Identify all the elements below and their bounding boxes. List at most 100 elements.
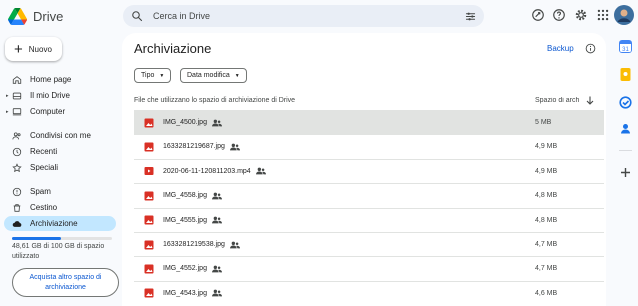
tasks-app-icon[interactable] xyxy=(619,96,632,109)
help-icon[interactable] xyxy=(552,8,566,22)
clock-icon xyxy=(12,147,22,156)
file-name: 1633281219687.jpg xyxy=(163,143,225,151)
file-size: 4,8 MB xyxy=(535,192,558,200)
drive-logo-icon xyxy=(8,7,27,25)
column-header-name: File che utilizzano lo spazio di archivi… xyxy=(134,97,296,104)
file-size: 4,7 MB xyxy=(535,265,558,273)
shared-people-icon xyxy=(229,241,240,248)
sidebar-item-label: Archiviazione xyxy=(30,219,78,228)
search-options-icon[interactable] xyxy=(465,11,476,22)
file-name: IMG_4555.jpg xyxy=(163,216,207,224)
sidebar-item-cestino[interactable]: Cestino xyxy=(4,200,116,215)
sidebar-item-condivisi-con-me[interactable]: Condivisi con me xyxy=(4,128,116,143)
search-icon[interactable] xyxy=(131,10,143,22)
file-row[interactable]: 1633281219687.jpg 4,9 MB xyxy=(134,134,604,158)
search-bar[interactable]: Cerca in Drive xyxy=(123,5,484,27)
sidebar-item-label: Cestino xyxy=(30,203,58,212)
file-name: IMG_4558.jpg xyxy=(163,192,207,200)
buy-storage-button[interactable]: Acquista altro spazio di archiviazione xyxy=(12,268,119,297)
file-row[interactable]: 2020-06-11-120811203.mp4 4,9 MB xyxy=(134,158,604,183)
sidebar-item-label: Il mio Drive xyxy=(30,91,71,100)
file-size: 4,6 MB xyxy=(535,289,558,297)
shared-people-icon xyxy=(229,143,240,151)
apps-grid-icon[interactable] xyxy=(596,8,610,22)
sidebar-item-recenti[interactable]: Recenti xyxy=(4,144,116,159)
keep-app-icon[interactable] xyxy=(619,68,632,81)
type-filter-label: Tipo xyxy=(141,72,155,79)
info-icon[interactable] xyxy=(585,43,596,54)
column-header-size[interactable]: Spazio di arch xyxy=(535,97,581,104)
sidebar-item-speciali[interactable]: Speciali xyxy=(4,160,116,175)
my-drive-icon xyxy=(12,92,22,99)
storage-usage-text: 48,61 GB di 100 GB di spazio utilizzato xyxy=(12,243,105,260)
sidebar-item-computer[interactable]: ▸ Computer xyxy=(4,104,116,119)
plus-icon: + xyxy=(14,40,23,58)
file-row[interactable]: IMG_4543.jpg 4,6 MB xyxy=(134,280,604,305)
sidebar-item-spam[interactable]: Spam xyxy=(4,184,116,199)
new-button[interactable]: + Nuovo xyxy=(5,37,62,61)
dropdown-arrow-icon: ▼ xyxy=(234,72,240,79)
add-app-icon[interactable] xyxy=(619,166,632,179)
sidebar-item-label: Spam xyxy=(30,187,51,196)
file-name: IMG_4552.jpg xyxy=(163,265,207,273)
home-icon xyxy=(12,75,22,84)
backup-link[interactable]: Backup xyxy=(547,44,574,53)
file-row[interactable]: IMG_4558.jpg 4,8 MB xyxy=(134,183,604,207)
file-size: 4,9 MB xyxy=(535,167,558,175)
modified-filter-chip[interactable]: Data modifica ▼ xyxy=(180,68,247,83)
video-file-icon xyxy=(144,167,154,176)
sidebar-item-il-mio-drive[interactable]: ▸ Il mio Drive xyxy=(4,88,116,103)
settings-gear-icon[interactable] xyxy=(574,8,588,22)
sidebar-item-label: Computer xyxy=(30,107,66,116)
storage-usage-bar xyxy=(12,237,112,240)
file-row[interactable]: IMG_4555.jpg 4,8 MB xyxy=(134,207,604,232)
storage-usage-fill xyxy=(12,237,61,240)
shared-people-icon xyxy=(12,131,21,139)
shared-people-icon xyxy=(255,167,266,175)
file-name: IMG_4500.jpg xyxy=(163,119,207,126)
drive-logo[interactable]: Drive xyxy=(8,6,98,26)
file-size: 4,8 MB xyxy=(535,216,558,224)
shared-people-icon xyxy=(211,119,222,126)
file-size: 4,9 MB xyxy=(535,143,558,151)
page-title: Archiviazione xyxy=(134,41,212,56)
offline-status-icon[interactable] xyxy=(531,8,545,22)
image-file-icon xyxy=(144,191,154,201)
trash-icon xyxy=(13,203,21,212)
sidebar-item-label: Home page xyxy=(30,75,72,84)
image-file-icon xyxy=(144,142,154,152)
star-icon xyxy=(12,162,22,172)
file-row[interactable]: IMG_4552.jpg 4,7 MB xyxy=(134,256,604,280)
sidebar-item-label: Condivisi con me xyxy=(30,131,91,140)
account-avatar[interactable] xyxy=(614,5,634,25)
dropdown-arrow-icon: ▼ xyxy=(159,72,165,79)
file-name: IMG_4543.jpg xyxy=(163,289,207,297)
shared-people-icon xyxy=(211,265,222,273)
sidebar-item-archiviazione[interactable]: Archiviazione xyxy=(4,216,116,231)
file-row[interactable]: 1633281219538.jpg 4,7 MB xyxy=(134,232,604,256)
sidebar-item-home-page[interactable]: Home page xyxy=(4,72,116,87)
sort-arrow-down-icon[interactable] xyxy=(586,96,594,105)
rail-divider xyxy=(619,150,632,151)
sidebar-item-label: Speciali xyxy=(30,163,59,172)
calendar-app-icon[interactable]: 31 xyxy=(619,40,632,53)
computer-icon xyxy=(12,107,22,115)
image-file-icon xyxy=(144,264,154,274)
file-name: 1633281219538.jpg xyxy=(163,241,225,248)
type-filter-chip[interactable]: Tipo ▼ xyxy=(134,68,172,83)
new-button-label: Nuovo xyxy=(28,44,52,54)
modified-filter-label: Data modifica xyxy=(187,72,230,79)
image-file-icon xyxy=(144,240,154,249)
file-size: 5 MB xyxy=(535,119,552,126)
spam-icon xyxy=(12,187,22,196)
image-file-icon xyxy=(144,215,154,225)
app-name: Drive xyxy=(33,8,64,24)
file-row[interactable]: IMG_4500.jpg 5 MB xyxy=(134,110,604,134)
cloud-icon xyxy=(12,220,22,227)
file-name: 2020-06-11-120811203.mp4 xyxy=(163,167,251,175)
search-input[interactable]: Cerca in Drive xyxy=(153,11,465,21)
image-file-icon xyxy=(144,118,154,127)
image-file-icon xyxy=(144,288,154,298)
shared-people-icon xyxy=(211,192,222,200)
contacts-app-icon[interactable] xyxy=(619,122,632,135)
